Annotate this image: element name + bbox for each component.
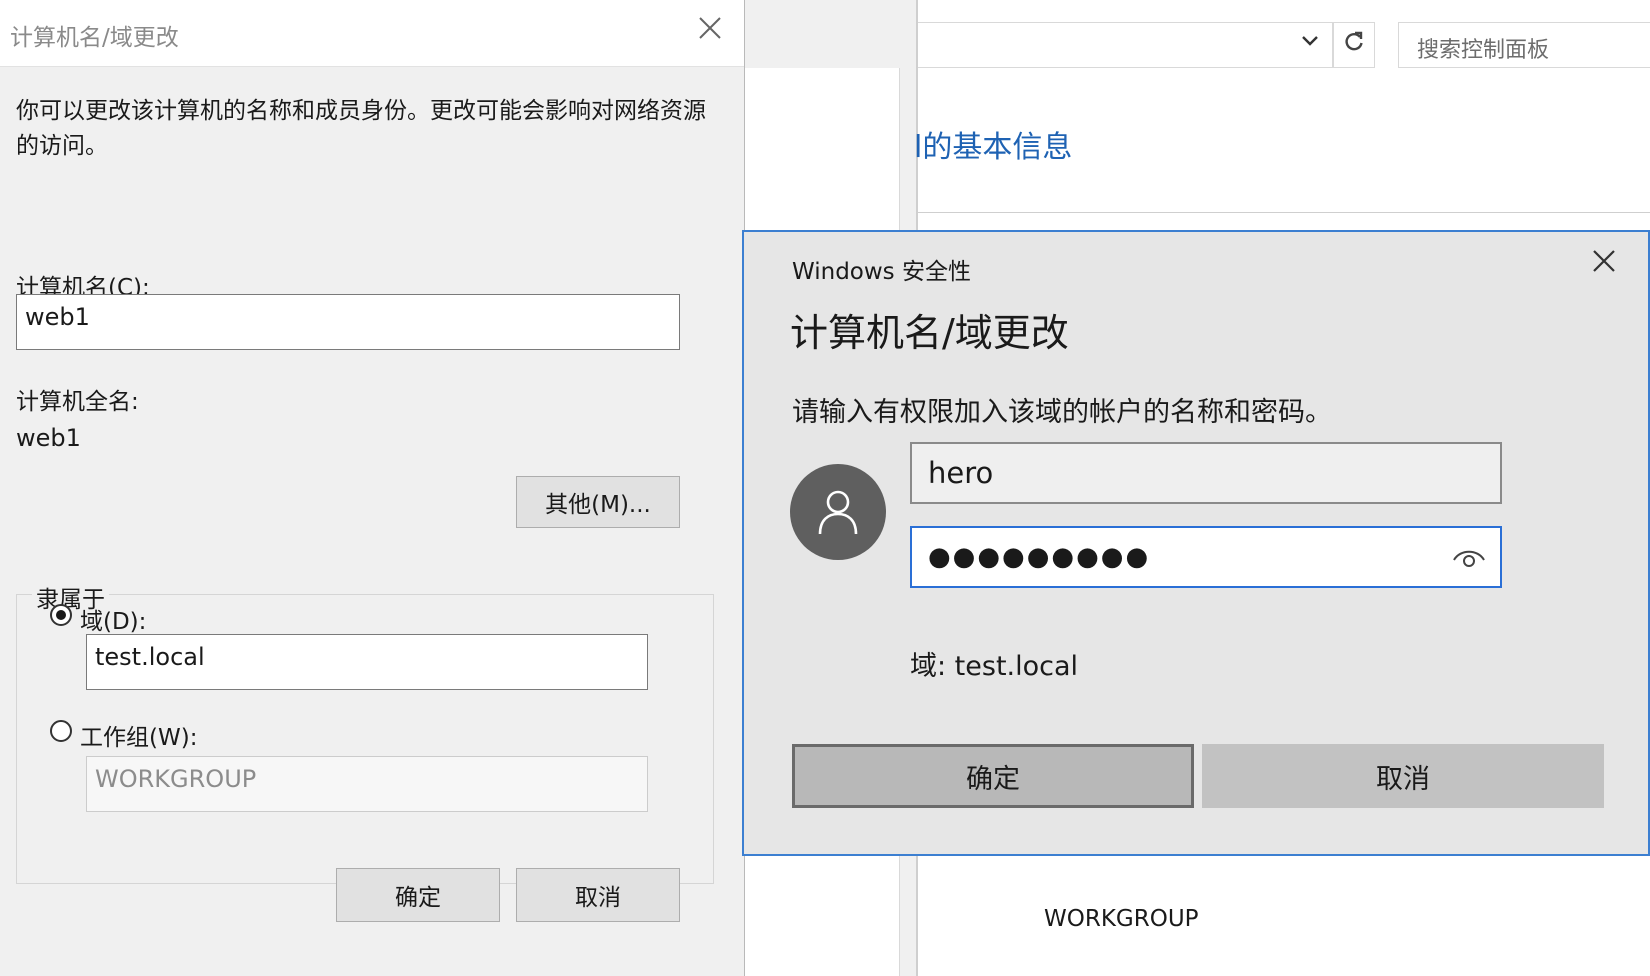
ok-button[interactable]: 确定 (792, 744, 1194, 808)
security-title: 计算机名/域更改 (790, 311, 1069, 355)
workgroup-info: WORKGROUP (1044, 906, 1199, 932)
refresh-icon (1343, 31, 1365, 59)
cancel-button[interactable]: 取消 (1202, 744, 1604, 808)
close-icon[interactable] (1592, 246, 1616, 278)
reveal-password-icon[interactable] (1452, 544, 1486, 578)
dialog-titlebar: 计算机名/域更改 (0, 0, 744, 67)
windows-security-dialog: Windows 安全性 计算机名/域更改 请输入有权限加入该域的帐户的名称和密码… (742, 230, 1650, 856)
domain-radio-label: 域(D): (80, 609, 147, 635)
more-button[interactable]: 其他(M)... (516, 476, 680, 528)
full-name-value: web1 (16, 424, 81, 452)
search-placeholder: 搜索控制面板 (1417, 38, 1550, 63)
password-field[interactable]: ●●●●●●●●● (910, 526, 1502, 588)
security-caption: Windows 安全性 (792, 259, 971, 285)
password-value: ●●●●●●●●● (928, 542, 1151, 572)
close-icon[interactable] (698, 16, 722, 46)
page-heading: l的基本信息 (914, 130, 1073, 165)
computer-name-dialog: 计算机名/域更改 你可以更改该计算机的名称和成员身份。更改可能会影响对网络资源的… (0, 0, 745, 976)
workgroup-radio-label: 工作组(W): (80, 725, 198, 751)
user-avatar-icon (790, 464, 886, 560)
cancel-button[interactable]: 取消 (516, 868, 680, 922)
ok-button[interactable]: 确定 (336, 868, 500, 922)
domain-field[interactable]: test.local (86, 634, 648, 690)
domain-radio[interactable] (50, 604, 72, 626)
username-value: hero (928, 456, 994, 490)
username-field[interactable]: hero (910, 442, 1502, 504)
computer-name-field[interactable]: web1 (16, 294, 680, 350)
dialog-title: 计算机名/域更改 (10, 25, 179, 51)
domain-info: 域: test.local (910, 651, 1079, 682)
search-input[interactable]: 搜索控制面板 (1398, 22, 1650, 68)
divider (918, 212, 1650, 213)
workgroup-field[interactable]: WORKGROUP (86, 756, 648, 812)
workgroup-radio[interactable] (50, 720, 72, 742)
chevron-down-icon[interactable] (1300, 30, 1320, 56)
dialog-description: 你可以更改该计算机的名称和成员身份。更改可能会影响对网络资源的访问。 (16, 98, 706, 159)
refresh-button[interactable] (1333, 22, 1375, 68)
security-prompt: 请输入有权限加入该域的帐户的名称和密码。 (792, 397, 1332, 428)
full-name-label: 计算机全名: (16, 389, 139, 415)
address-bar[interactable] (918, 22, 1333, 68)
